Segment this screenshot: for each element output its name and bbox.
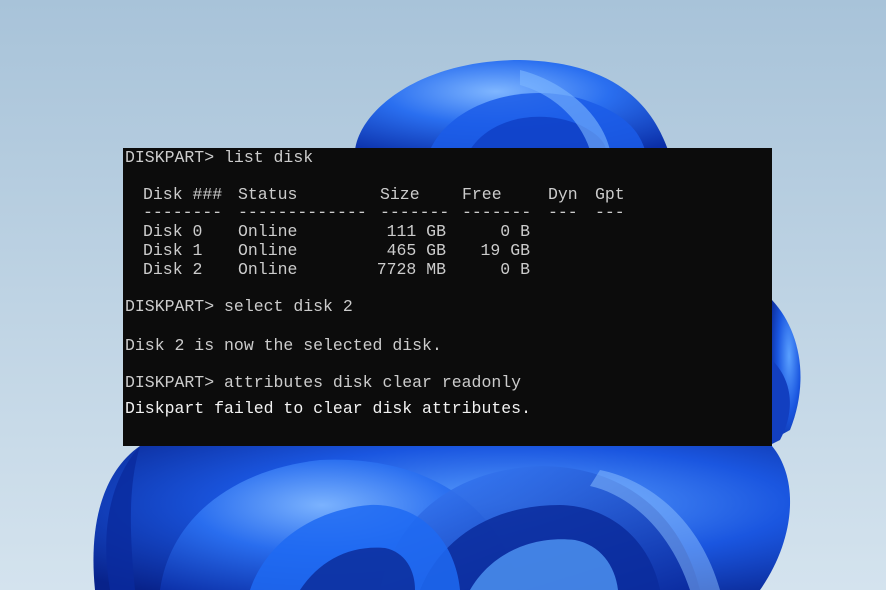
separator-gpt: --- [595,203,625,222]
header-free: Free [462,185,502,204]
attributes-error-message: Diskpart failed to clear disk attributes… [125,399,531,418]
separator-dyn: --- [548,203,578,222]
prompt-list-disk: DISKPART> list disk [125,148,314,167]
prompt-select-disk: DISKPART> select disk 2 [125,297,353,316]
row-size: 7728 MB [376,260,446,279]
header-dyn: Dyn [548,185,578,204]
disk-table-header: Disk ### Status Size Free Dyn Gpt [125,185,765,205]
row-size: 465 GB [386,241,446,260]
separator-free: ------- [462,203,532,222]
row-disk: Disk 0 [143,222,203,241]
row-status: Online [238,260,298,279]
row-status: Online [238,241,298,260]
header-gpt: Gpt [595,185,625,204]
header-size: Size [380,185,420,204]
separator-status: ------------- [238,203,367,222]
row-free: 0 B [500,222,530,241]
row-status: Online [238,222,298,241]
separator-size: ------- [380,203,450,222]
header-disk: Disk ### [143,185,223,204]
command-prompt-window[interactable]: DISKPART> list disk Disk ### Status Size… [123,148,772,446]
row-free: 19 GB [480,241,530,260]
row-size: 111 GB [386,222,446,241]
row-free: 0 B [500,260,530,279]
table-row: Disk 0 Online 111 GB 0 B [125,222,765,242]
prompt-attributes-disk: DISKPART> attributes disk clear readonly [125,373,522,392]
separator-disk: -------- [143,203,223,222]
disk-table-separator: -------- ------------- ------- ------- -… [125,203,765,223]
header-status: Status [238,185,298,204]
row-disk: Disk 1 [143,241,203,260]
table-row: Disk 2 Online 7728 MB 0 B [125,260,765,280]
table-row: Disk 1 Online 465 GB 19 GB [125,241,765,261]
row-disk: Disk 2 [143,260,203,279]
select-disk-result: Disk 2 is now the selected disk. [125,336,442,355]
